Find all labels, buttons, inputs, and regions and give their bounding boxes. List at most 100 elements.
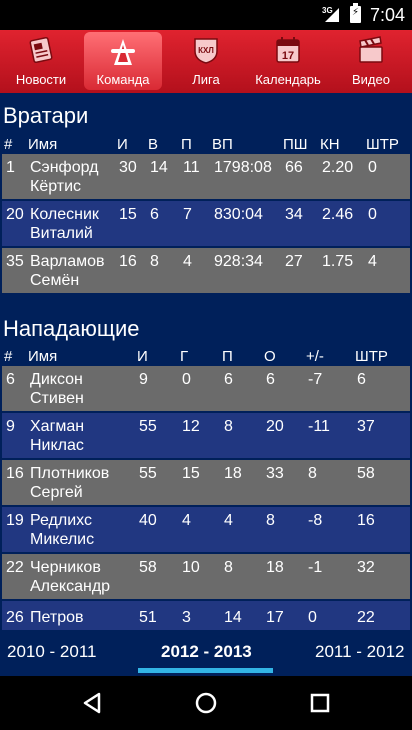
player-last-name: Варламов — [30, 253, 105, 270]
tab-video[interactable]: Видео — [330, 30, 412, 93]
player-last-name: Хагман — [30, 418, 85, 435]
forward-row[interactable]: 26 Петров 51 3 14 17 0 22 — [2, 601, 410, 630]
forward-row[interactable]: 19 Редлихс Микелис 40 4 4 8 -8 16 — [2, 507, 410, 552]
svg-text:КХЛ: КХЛ — [198, 46, 214, 55]
header-number: # — [4, 136, 13, 153]
header-gaa: КН — [320, 136, 340, 153]
stat-points: 18 — [266, 559, 284, 576]
stat-games: 9 — [139, 371, 148, 388]
tab-league[interactable]: КХЛ Лига — [166, 30, 246, 93]
header-plus-minus: +/- — [306, 348, 324, 365]
khl-shield-icon: КХЛ — [194, 38, 218, 64]
goalie-row[interactable]: 20 Колесник Виталий 15 6 7 830:04 34 2.4… — [2, 201, 410, 246]
header-toi: ВП — [212, 136, 233, 153]
stat-points: 6 — [266, 371, 275, 388]
header-name: Имя — [28, 348, 58, 365]
stat-ga: 66 — [285, 159, 303, 176]
stat-wins: 8 — [150, 253, 159, 270]
navigation-bar — [0, 676, 412, 730]
goalies-title: Вратари — [3, 103, 89, 128]
stat-assists: 8 — [224, 418, 233, 435]
newspaper-icon — [29, 36, 53, 64]
player-first-name: Никлас — [30, 437, 84, 454]
stat-games: 55 — [139, 418, 157, 435]
season-tab-current[interactable]: 2012 - 2013 — [161, 642, 252, 662]
stat-plus-minus: -7 — [308, 371, 323, 388]
stat-games: 15 — [119, 206, 137, 223]
stat-games: 58 — [139, 559, 157, 576]
stat-goals: 3 — [182, 609, 191, 626]
player-number: 19 — [6, 512, 24, 529]
season-tab-prev[interactable]: 2010 - 2011 — [7, 642, 96, 662]
player-last-name: Колесник — [30, 206, 99, 223]
stat-assists: 14 — [224, 609, 242, 626]
stat-assists: 18 — [224, 465, 242, 482]
stat-losses: 11 — [183, 159, 200, 176]
player-number: 26 — [6, 609, 24, 626]
season-tabs: 2010 - 2011 2012 - 2013 2011 - 2012 — [0, 630, 412, 676]
season-tab-next[interactable]: 2011 - 2012 — [315, 642, 404, 662]
goalie-row[interactable]: 35 Варламов Семён 16 8 4 928:34 27 1.75 … — [2, 248, 410, 293]
player-last-name: Редлихс — [30, 512, 92, 529]
tab-news[interactable]: Новости — [0, 30, 82, 93]
stat-pim: 6 — [357, 371, 366, 388]
roster-list[interactable]: Вратари # Имя И В П ВП ПШ КН ШТР 1 Сэнфо… — [0, 93, 412, 630]
season-tab-indicator — [138, 668, 273, 673]
player-last-name: Плотников — [30, 465, 110, 482]
player-first-name: Микелис — [30, 531, 95, 548]
stat-plus-minus: 8 — [308, 465, 317, 482]
stat-ga: 34 — [285, 206, 303, 223]
forward-row[interactable]: 22 Черников Александр 58 10 8 18 -1 32 — [2, 554, 410, 599]
stat-toi: 830:04 — [214, 206, 263, 223]
header-goals: Г — [180, 348, 189, 365]
tab-calendar-label: Календарь — [255, 72, 321, 87]
stat-assists: 4 — [224, 512, 233, 529]
stat-plus-minus: -8 — [308, 512, 323, 529]
main-tabs: Новости Команда КХЛ Лига 17 Календарь Ви… — [0, 30, 412, 93]
stat-games: 16 — [119, 253, 137, 270]
player-first-name: Сергей — [30, 484, 83, 501]
player-last-name: Черников — [30, 559, 101, 576]
player-number: 35 — [6, 253, 24, 270]
stat-pim: 16 — [357, 512, 375, 529]
player-first-name: Семён — [30, 272, 80, 289]
goalie-row[interactable]: 1 Сэнфорд Кёртис 30 14 11 1798:08 66 2.2… — [2, 154, 410, 199]
tab-team[interactable]: Команда — [84, 32, 162, 90]
stat-losses: 4 — [183, 253, 192, 270]
header-losses: П — [181, 136, 192, 153]
recents-icon[interactable] — [305, 688, 335, 718]
forward-row[interactable]: 9 Хагман Никлас 55 12 8 20 -11 37 — [2, 413, 410, 458]
stat-goals: 0 — [182, 371, 191, 388]
player-first-name: Александр — [30, 578, 111, 595]
clapperboard-icon — [359, 36, 383, 63]
stat-ga: 27 — [285, 253, 303, 270]
header-pim: ШТР — [355, 348, 388, 365]
clock: 7:04 — [370, 5, 406, 25]
stat-wins: 14 — [150, 159, 168, 176]
player-number: 22 — [6, 559, 24, 576]
header-assists: П — [222, 348, 233, 365]
stat-gaa: 1.75 — [322, 253, 354, 270]
stat-points: 17 — [266, 609, 284, 626]
stat-assists: 8 — [224, 559, 233, 576]
stat-pim: 0 — [368, 159, 377, 176]
tab-calendar[interactable]: 17 Календарь — [246, 30, 330, 93]
home-icon[interactable] — [191, 688, 221, 718]
player-last-name: Диксон — [30, 371, 83, 388]
header-ga: ПШ — [283, 136, 308, 153]
stat-pim: 4 — [368, 253, 377, 270]
forward-row[interactable]: 6 Диксон Стивен 9 0 6 6 -7 6 — [2, 366, 410, 411]
back-icon[interactable] — [77, 688, 107, 718]
header-points: О — [264, 348, 276, 365]
forward-row[interactable]: 16 Плотников Сергей 55 15 18 33 8 58 — [2, 460, 410, 505]
tab-league-label: Лига — [192, 72, 220, 87]
stat-assists: 6 — [224, 371, 233, 388]
svg-text:17: 17 — [282, 50, 294, 62]
stat-goals: 15 — [182, 465, 200, 482]
header-games: И — [137, 348, 148, 365]
stat-wins: 6 — [150, 206, 159, 223]
header-games: И — [117, 136, 128, 153]
stat-points: 20 — [266, 418, 284, 435]
player-number: 9 — [6, 418, 15, 435]
stat-games: 51 — [139, 609, 157, 626]
